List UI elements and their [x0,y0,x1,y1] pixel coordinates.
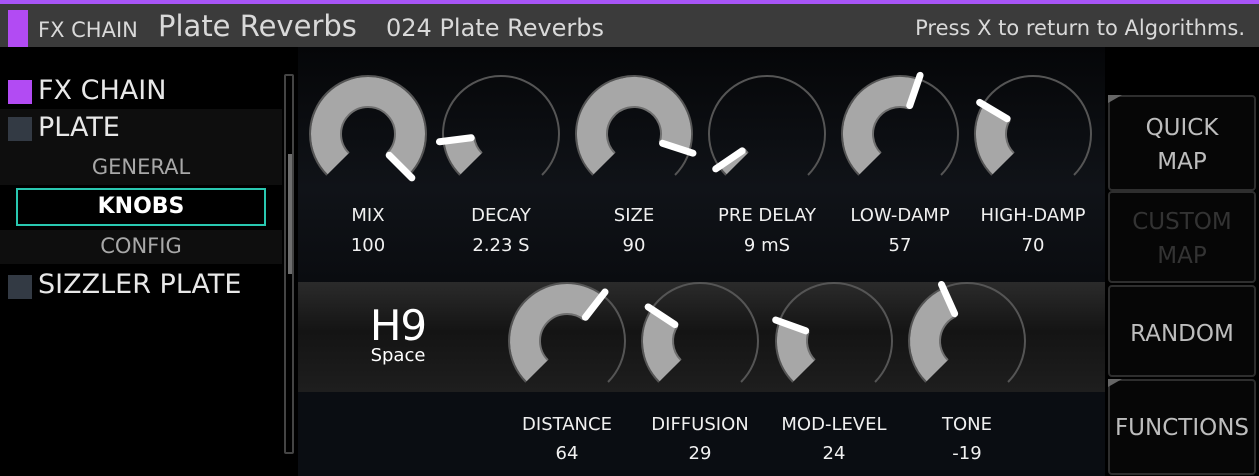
knob-high-damp[interactable] [968,69,1098,199]
knob-graphic [841,71,959,176]
corner-tab-icon [1108,95,1122,103]
param-value: 57 [888,235,912,256]
header-preset-name: 024 Plate Reverbs [386,14,605,42]
knob-pointer [436,134,475,146]
nav-item-label: GENERAL [91,155,191,179]
knob-diffusion[interactable] [635,276,765,406]
knob-graphic [708,75,826,176]
sizzler-plate-square-icon [8,275,32,299]
knob-decay[interactable] [436,69,566,199]
logo-subtitle: Space [370,345,426,366]
knob-inner-edge [340,106,396,154]
header-accent-square [8,10,28,50]
nav-item-general[interactable]: GENERAL [0,149,282,185]
param-value: 2.23 S [472,235,530,256]
soft-button-column: QUICK MAP CUSTOM MAP RANDOM FUNCTIONS [1105,47,1259,476]
knob-graphic [772,282,893,383]
knob-fill [843,77,919,175]
knob-graphic [641,282,759,383]
param-value: 29 [688,443,712,464]
nav-item-plate[interactable]: PLATE [0,109,282,149]
nav-item-label: PLATE [38,112,120,143]
knob-mix[interactable] [303,69,433,199]
functions-button[interactable]: FUNCTIONS [1108,379,1256,475]
nav-item-knobs-label: KNOBS [97,194,185,219]
param-label: LOW-DAMP [850,205,950,226]
param-label: DISTANCE [522,414,612,435]
knob-size[interactable] [569,69,699,199]
knob-graphic [508,282,626,383]
param-label: DIFFUSION [651,414,749,435]
nav-item-fx-chain[interactable]: FX CHAIN [0,75,282,109]
knob-pre-delay[interactable] [702,69,832,199]
plate-square-icon [8,117,32,141]
knob-low-damp[interactable] [835,69,965,199]
knob-mod-level[interactable] [769,276,899,406]
param-label: TONE [941,414,992,435]
param-label: HIGH-DAMP [980,205,1086,226]
knob-fill [976,104,1015,175]
knob-fill [910,289,957,382]
param-label: SIZE [613,205,655,226]
knob-fill [577,77,691,175]
button-label: FUNCTIONS [1114,415,1250,441]
knob-fill [643,309,682,382]
quick-map-button[interactable]: QUICK MAP [1108,95,1256,191]
nav-menu: FX CHAIN PLATE GENERAL KNOBS CONFIG SIZZ… [0,47,300,476]
param-value: 70 [1021,235,1045,256]
nav-item-config[interactable]: CONFIG [0,230,282,264]
button-label: CUSTOM MAP [1132,209,1232,269]
knob-graphic [436,75,560,176]
nav-item-label: SIZZLER PLATE [38,269,242,300]
param-label: MOD-LEVEL [781,414,887,435]
param-value: 24 [822,443,846,464]
header-section: FX CHAIN [38,18,138,42]
knob-fill [444,136,483,175]
button-label: QUICK MAP [1145,115,1219,175]
nav-scrollbar-thumb[interactable] [288,154,292,274]
knob-distance[interactable] [502,276,632,406]
param-value: -19 [952,443,982,464]
param-value: 100 [350,235,386,256]
random-button[interactable]: RANDOM [1108,285,1256,377]
param-label: MIX [351,205,385,226]
nav-item-label: CONFIG [100,234,182,258]
knob-fill [510,284,602,382]
knob-graphic [908,280,1026,383]
param-value: 9 mS [743,235,791,256]
nav-item-sizzler-plate[interactable]: SIZZLER PLATE [0,269,282,305]
h9-space-logo: H9 Space [358,305,438,365]
knob-graphic [309,75,427,182]
header-algorithm-title: Plate Reverbs [158,9,357,43]
param-value: 64 [555,443,579,464]
header-bar: FX CHAIN Plate Reverbs 024 Plate Reverbs… [0,4,1259,50]
corner-tab-icon [1108,379,1122,387]
header-hint: Press X to return to Algorithms. [915,16,1245,40]
custom-map-button[interactable]: CUSTOM MAP [1108,191,1256,283]
logo-title: H9 [369,301,427,350]
button-label: RANDOM [1130,321,1234,347]
knob-fill [311,77,425,175]
fx-chain-square-icon [8,80,32,104]
knob-graphic [575,75,697,176]
knob-tone[interactable] [902,276,1032,406]
param-value: 90 [622,235,646,256]
nav-item-label: FX CHAIN [38,75,167,106]
param-label: DECAY [471,205,531,226]
knob-panel: H9 Space MIX 100 DECAY 2.23 S SIZE 90 PR… [298,47,1105,476]
knob-inner-edge [606,106,662,154]
param-label: PRE DELAY [717,205,817,226]
knob-graphic [974,75,1092,176]
